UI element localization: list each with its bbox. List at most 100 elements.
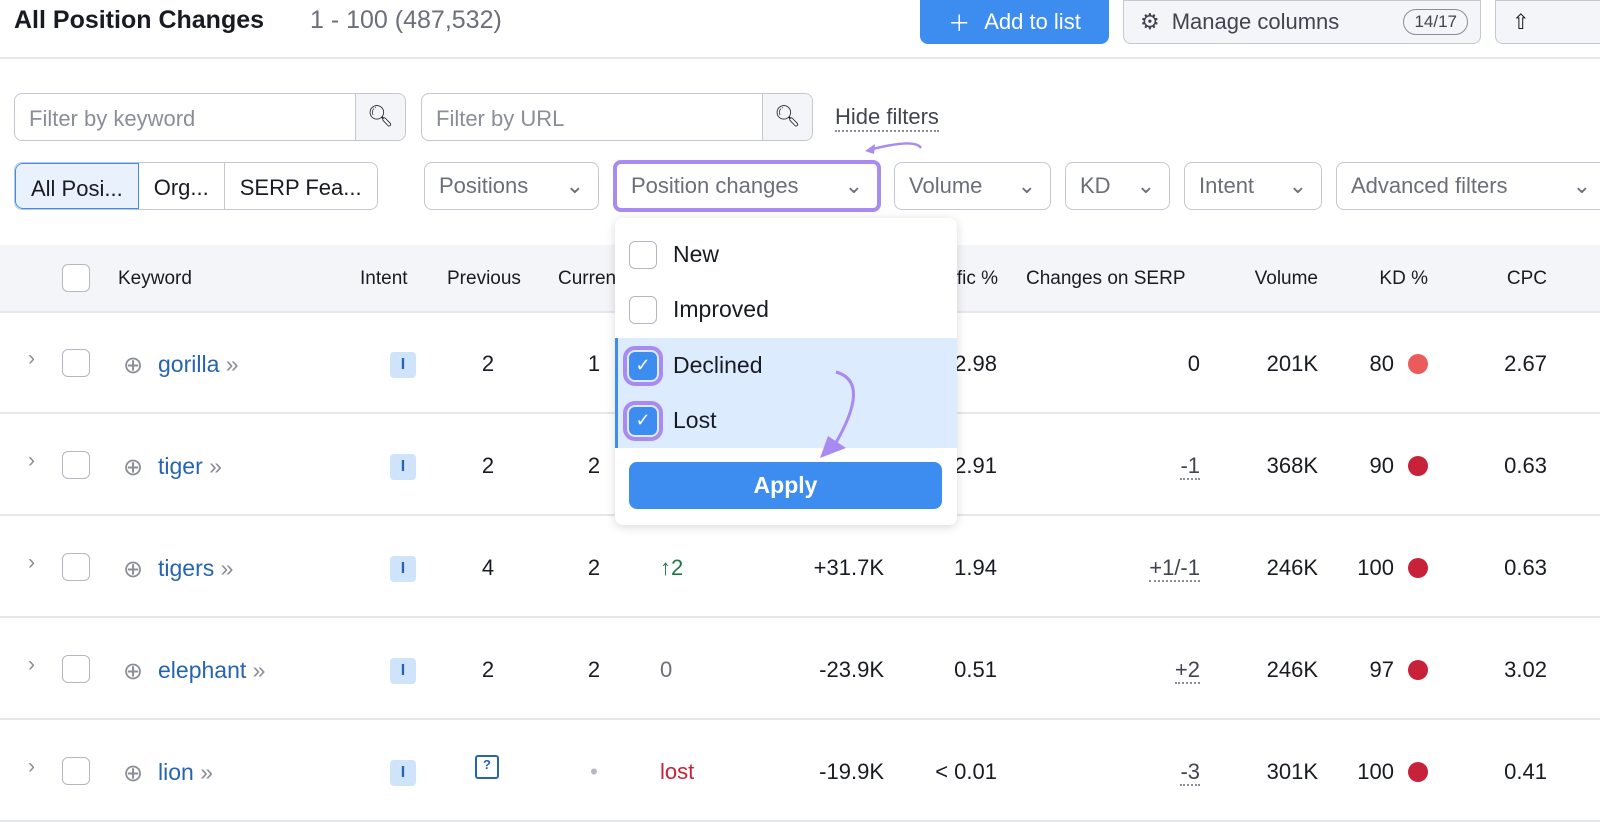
menu-item-improved[interactable]: Improved xyxy=(615,282,957,337)
positions-dropdown[interactable]: Positions ⌄ xyxy=(424,162,599,210)
header-kd[interactable]: KD % xyxy=(1340,268,1428,290)
row-checkbox[interactable] xyxy=(62,655,90,683)
serp-changes[interactable]: -1 xyxy=(1180,453,1200,480)
serp-changes: 0 xyxy=(1187,351,1200,376)
menu-item-declined[interactable]: ✓ Declined xyxy=(615,338,957,393)
checkbox-icon[interactable] xyxy=(629,295,657,324)
row-checkbox[interactable] xyxy=(62,553,90,581)
cpc: 0.63 xyxy=(1504,555,1547,580)
dropdown-label: Intent xyxy=(1199,173,1255,198)
previous-position: 2 xyxy=(481,453,495,478)
intent-badge: I xyxy=(390,658,416,684)
row-checkbox[interactable] xyxy=(62,757,90,785)
add-to-list-button[interactable]: ＋ Add to list xyxy=(920,0,1109,44)
header-volume[interactable]: Volume xyxy=(1220,268,1318,290)
url-filter-input[interactable]: Filter by URL xyxy=(422,94,762,140)
header-keyword[interactable]: Keyword xyxy=(118,268,192,290)
hide-filters-link[interactable]: Hide filters xyxy=(835,104,939,132)
checkbox-checked-icon[interactable]: ✓ xyxy=(623,400,663,441)
menu-item-new[interactable]: New xyxy=(615,227,957,282)
row-checkbox[interactable] xyxy=(62,349,90,377)
kd-dropdown[interactable]: KD ⌄ xyxy=(1065,162,1170,210)
checkbox-icon[interactable] xyxy=(629,240,657,269)
tab-serp-features[interactable]: SERP Fea... xyxy=(225,163,377,209)
manage-columns-label: Manage columns xyxy=(1171,9,1340,34)
export-button[interactable]: ⇧ xyxy=(1495,0,1600,44)
double-chevron-icon[interactable]: » xyxy=(253,657,266,683)
keyword-link[interactable]: lion xyxy=(158,759,194,785)
keyword-link[interactable]: tiger xyxy=(158,453,203,479)
kd-difficulty-dot-icon xyxy=(1408,354,1428,374)
double-chevron-icon[interactable]: » xyxy=(226,351,239,377)
position-change: lost xyxy=(660,759,695,784)
add-keyword-icon[interactable]: ⊕ xyxy=(123,555,143,584)
tab-organic[interactable]: Org... xyxy=(139,163,225,209)
dropdown-label: Positions xyxy=(439,173,529,198)
chevron-down-icon: ⌄ xyxy=(565,173,584,198)
add-keyword-icon[interactable]: ⊕ xyxy=(123,657,143,686)
double-chevron-icon[interactable]: » xyxy=(209,453,222,479)
volume-dropdown[interactable]: Volume ⌄ xyxy=(894,162,1051,210)
manage-columns-button[interactable]: ⚙ Manage columns 14/17 xyxy=(1123,0,1481,44)
url-filter[interactable]: Filter by URL 🔍︎ xyxy=(421,93,813,141)
advanced-filters-dropdown[interactable]: Advanced filters ⌄ xyxy=(1336,162,1600,210)
keyword-link[interactable]: gorilla xyxy=(158,351,219,377)
intent-badge: I xyxy=(390,760,416,786)
header-changes-on-serp[interactable]: Changes on SERP xyxy=(1026,268,1186,290)
kd-difficulty-dot-icon xyxy=(1408,558,1428,578)
header-cpc[interactable]: CPC xyxy=(1460,268,1547,290)
menu-item-label: Declined xyxy=(673,352,763,378)
add-keyword-icon[interactable]: ⊕ xyxy=(123,351,143,380)
position-change: ↑2 xyxy=(660,555,684,580)
kd-value: 100 xyxy=(1357,555,1394,580)
position-changes-dropdown[interactable]: Position changes ⌄ xyxy=(613,160,881,212)
position-changes-menu: New Improved ✓ Declined ✓ Lost Apply xyxy=(615,218,957,525)
keyword-link[interactable]: elephant xyxy=(158,657,246,683)
gear-icon: ⚙ xyxy=(1140,9,1160,34)
expand-chevron-icon[interactable]: › xyxy=(28,347,35,371)
search-icon[interactable]: 🔍︎ xyxy=(355,94,405,140)
dropdown-label: Advanced filters xyxy=(1351,173,1508,198)
apply-button[interactable]: Apply xyxy=(629,462,942,509)
intent-badge: I xyxy=(390,352,416,378)
menu-item-lost[interactable]: ✓ Lost xyxy=(615,393,957,448)
add-keyword-icon[interactable]: ⊕ xyxy=(123,453,143,482)
volume: 246K xyxy=(1266,555,1318,580)
chevron-down-icon: ⌄ xyxy=(1017,173,1036,198)
expand-chevron-icon[interactable]: › xyxy=(28,449,35,473)
intent-dropdown[interactable]: Intent ⌄ xyxy=(1184,162,1322,210)
position-type-tabs[interactable]: All Posi... Org... SERP Fea... xyxy=(14,162,378,210)
expand-chevron-icon[interactable]: › xyxy=(28,755,35,779)
header-intent[interactable]: Intent xyxy=(360,268,408,290)
double-chevron-icon[interactable]: » xyxy=(200,759,213,785)
dropdown-label: Position changes xyxy=(631,173,799,198)
traffic-pct: 0.51 xyxy=(954,657,997,682)
kd-difficulty-dot-icon xyxy=(1408,456,1428,476)
dropdown-label: Volume xyxy=(909,173,983,198)
serp-changes[interactable]: -3 xyxy=(1180,759,1200,786)
select-all-checkbox[interactable] xyxy=(62,264,90,292)
row-checkbox[interactable] xyxy=(62,451,90,479)
menu-item-label: New xyxy=(673,241,720,267)
chevron-down-icon: ⌄ xyxy=(1572,173,1591,198)
header-current[interactable]: Current xyxy=(558,268,621,290)
serp-changes[interactable]: +1/-1 xyxy=(1149,555,1200,582)
search-icon[interactable]: 🔍︎ xyxy=(762,94,812,140)
cpc: 0.41 xyxy=(1504,759,1547,784)
dropdown-label: KD xyxy=(1080,173,1111,198)
volume: 201K xyxy=(1266,351,1318,376)
add-keyword-icon[interactable]: ⊕ xyxy=(123,759,143,788)
keyword-link[interactable]: tigers xyxy=(158,555,214,581)
cpc: 0.63 xyxy=(1504,453,1547,478)
current-position: 2 xyxy=(587,453,601,478)
keyword-filter-input[interactable]: Filter by keyword xyxy=(15,94,355,140)
checkbox-checked-icon[interactable]: ✓ xyxy=(623,345,663,386)
keyword-filter[interactable]: Filter by keyword 🔍︎ xyxy=(14,93,406,141)
serp-changes[interactable]: +2 xyxy=(1174,657,1200,684)
header-previous[interactable]: Previous xyxy=(447,268,521,290)
chevron-down-icon: ⌄ xyxy=(844,173,863,198)
tab-all-positions[interactable]: All Posi... xyxy=(15,163,139,209)
double-chevron-icon[interactable]: » xyxy=(221,555,234,581)
expand-chevron-icon[interactable]: › xyxy=(28,551,35,575)
expand-chevron-icon[interactable]: › xyxy=(28,653,35,677)
